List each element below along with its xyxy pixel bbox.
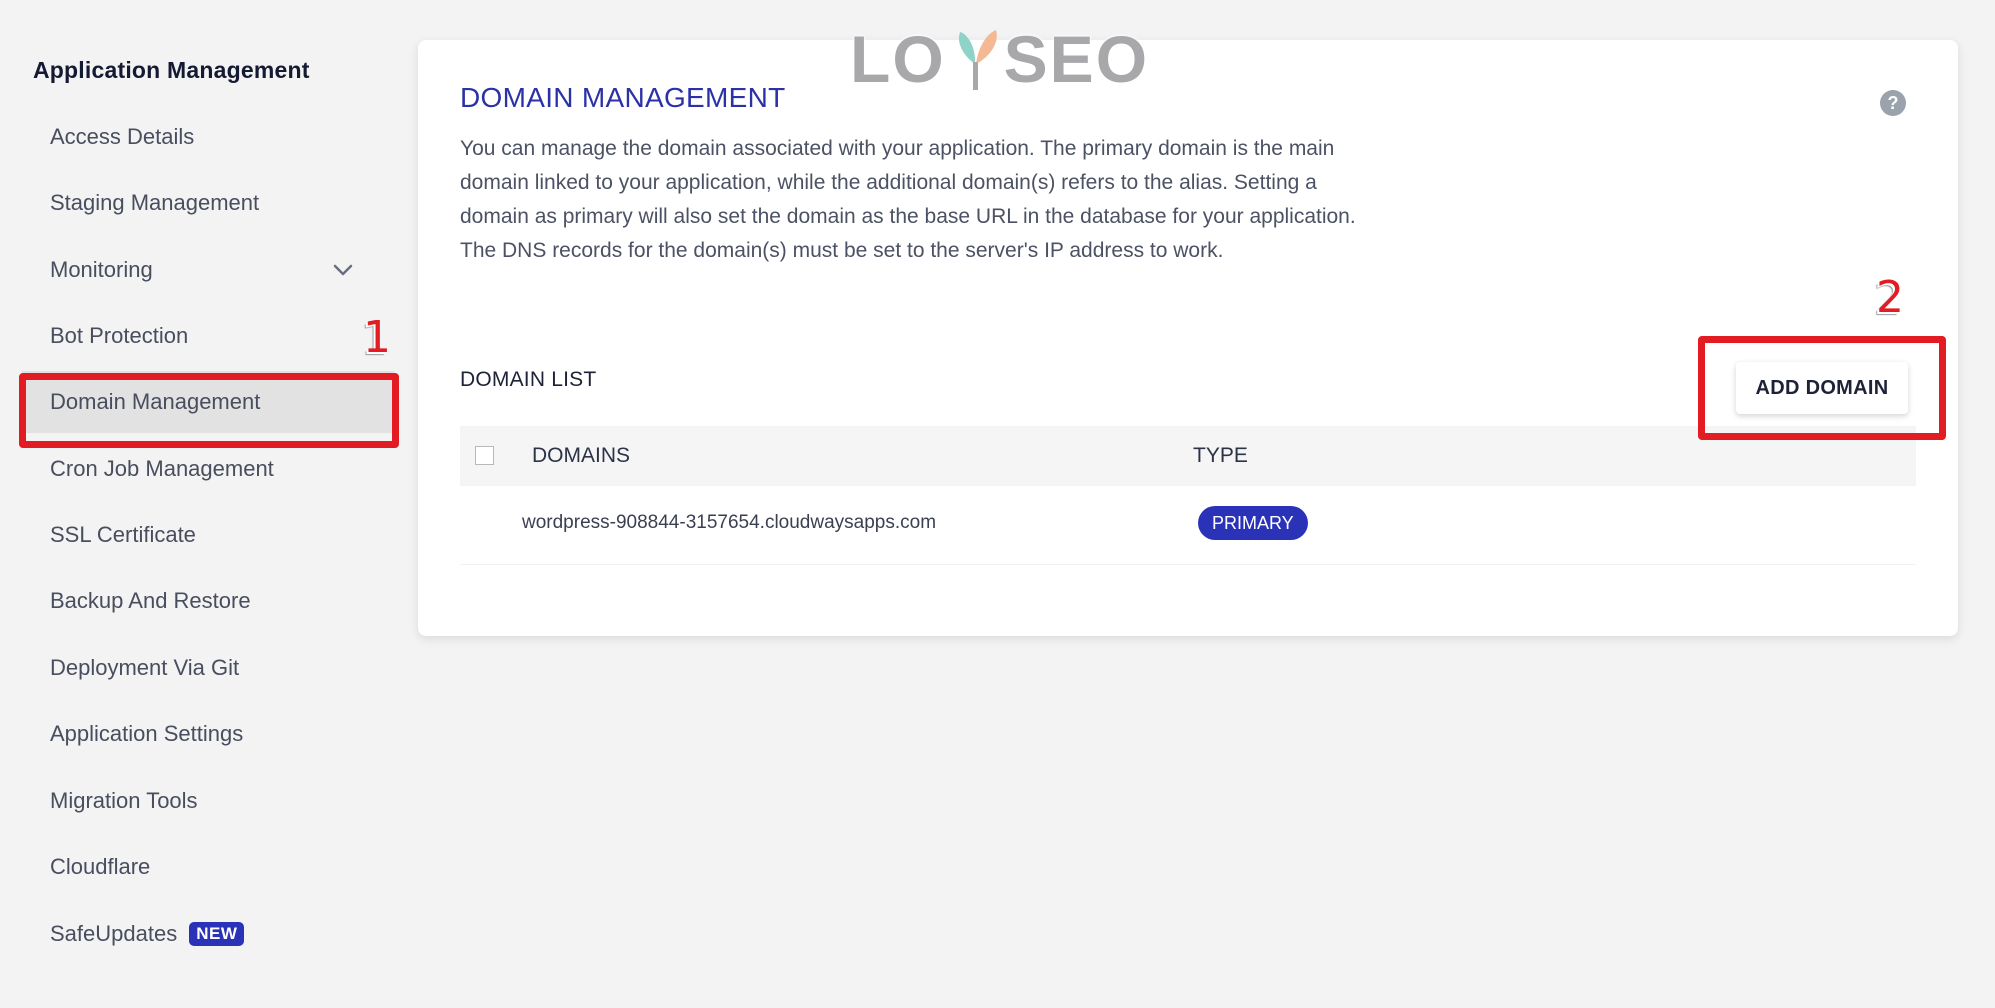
sidebar-item-label: Bot Protection: [50, 323, 189, 348]
sidebar-item-monitoring[interactable]: Monitoring: [22, 239, 394, 301]
sidebar-item-label: SafeUpdates: [50, 921, 178, 946]
sidebar-item-ssl-certificate[interactable]: SSL Certificate: [22, 504, 394, 566]
annotation-step-1: 1: [363, 312, 391, 363]
sidebar-item-label: Backup And Restore: [50, 588, 251, 613]
sidebar-item-access-details[interactable]: Access Details: [22, 106, 394, 168]
sidebar-item-cron-job-management[interactable]: Cron Job Management: [22, 438, 394, 500]
page-title: DOMAIN MANAGEMENT: [460, 82, 786, 113]
column-header-domains: DOMAINS: [532, 444, 631, 467]
sidebar-item-cloudflare[interactable]: Cloudflare: [22, 836, 394, 898]
sidebar-item-application-settings[interactable]: Application Settings: [22, 703, 394, 765]
annotation-step-2: 2: [1876, 272, 1904, 323]
sidebar-item-label: Migration Tools: [50, 788, 198, 813]
column-header-type: TYPE: [1193, 444, 1248, 467]
page-description: You can manage the domain associated wit…: [460, 137, 1356, 262]
sidebar: Application Management Access Details St…: [0, 0, 400, 1008]
sidebar-item-bot-protection[interactable]: Bot Protection: [22, 305, 394, 367]
domain-name: wordpress-908844-3157654.cloudwaysapps.c…: [522, 512, 937, 533]
new-badge: NEW: [189, 922, 245, 946]
sidebar-item-migration-tools[interactable]: Migration Tools: [22, 770, 394, 832]
sidebar-item-label: SSL Certificate: [50, 522, 196, 547]
sidebar-item-label: Staging Management: [50, 190, 260, 215]
sidebar-item-label: Domain Management: [50, 389, 261, 414]
sidebar-item-staging-management[interactable]: Staging Management: [22, 172, 394, 234]
sidebar-title: Application Management: [33, 57, 310, 83]
domain-table-header: DOMAINS TYPE: [460, 426, 1916, 486]
sidebar-item-deployment-via-git[interactable]: Deployment Via Git: [22, 637, 394, 699]
sidebar-item-domain-management[interactable]: Domain Management: [22, 371, 394, 433]
chevron-down-icon[interactable]: [332, 263, 354, 277]
select-all-checkbox[interactable]: [475, 446, 494, 465]
domain-management-card: DOMAIN MANAGEMENT ? You can manage the d…: [418, 40, 1958, 636]
question-circle-icon[interactable]: ?: [1880, 90, 1906, 116]
domain-list-title: DOMAIN LIST: [460, 368, 597, 391]
sidebar-item-label: Cloudflare: [50, 854, 151, 879]
sidebar-item-label: Cron Job Management: [50, 456, 274, 481]
sidebar-item-backup-and-restore[interactable]: Backup And Restore: [22, 570, 394, 632]
sidebar-item-safeupdates[interactable]: SafeUpdates NEW: [22, 903, 394, 965]
domain-type-badge: PRIMARY: [1198, 506, 1308, 540]
table-row[interactable]: wordpress-908844-3157654.cloudwaysapps.c…: [460, 486, 1916, 565]
sidebar-item-label: Deployment Via Git: [50, 655, 240, 680]
sidebar-item-label: Access Details: [50, 124, 195, 149]
sidebar-item-label: Application Settings: [50, 721, 244, 746]
sidebar-item-label: Monitoring: [50, 257, 153, 282]
add-domain-button[interactable]: ADD DOMAIN: [1736, 362, 1908, 414]
